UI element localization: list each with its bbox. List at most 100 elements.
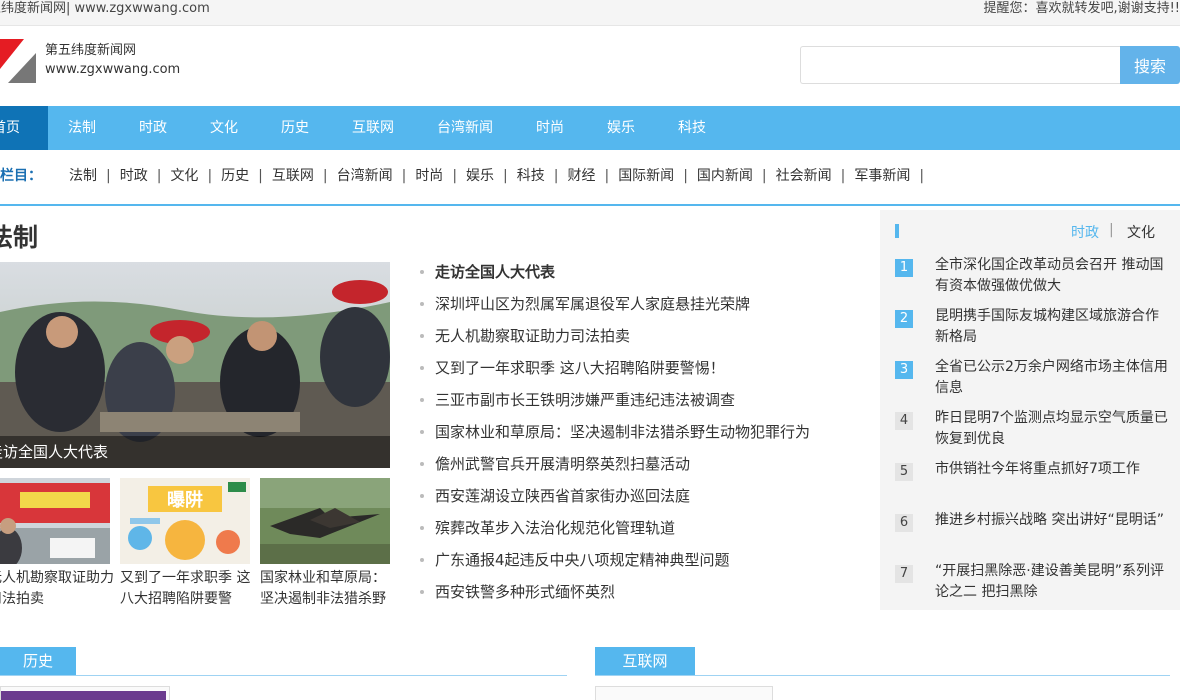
news-item[interactable]: 三亚市副市长王铁明涉嫌严重违纪违法被调查 xyxy=(420,386,860,418)
separator: | xyxy=(207,168,213,184)
separator: | xyxy=(604,168,610,184)
main-nav: 首页 法制 时政 文化 历史 互联网 台湾新闻 时尚 娱乐 科技 xyxy=(0,106,1180,150)
featured-article[interactable]: 走访全国人大代表 xyxy=(0,262,390,468)
site-name: 第五纬度新闻网 xyxy=(45,43,137,58)
tab-history-section[interactable]: 历史 xyxy=(0,647,76,675)
separator: | xyxy=(401,168,407,184)
rank-text[interactable]: 全市深化国企改革动员会召开 推动国有资本做强做优做大 xyxy=(935,255,1170,297)
sub-nav-item[interactable]: 军事新闻 xyxy=(854,168,910,184)
sub-nav-item[interactable]: 法制 xyxy=(69,168,97,184)
news-item[interactable]: 又到了一年求职季 这八大招聘陷阱要警惕！ xyxy=(420,354,860,386)
rank-number: 4 xyxy=(895,412,913,430)
top-bar-reminder: 提醒您：喜欢就转发吧,谢谢支持!! xyxy=(983,1,1180,16)
thumb-image[interactable] xyxy=(260,478,390,564)
news-item[interactable]: 广东通报4起违反中央八项规定精神典型问题 xyxy=(420,546,860,578)
nav-item-history[interactable]: 历史 xyxy=(281,106,309,150)
rank-text[interactable]: 昨日昆明7个监测点均显示空气质量已恢复到优良 xyxy=(935,408,1170,450)
sub-nav-item[interactable]: 文化 xyxy=(170,168,198,184)
news-item[interactable]: 走访全国人大代表 xyxy=(420,258,860,290)
nav-item-law[interactable]: 法制 xyxy=(68,106,96,150)
thumb-image[interactable] xyxy=(0,478,110,564)
nav-item-culture[interactable]: 文化 xyxy=(210,106,238,150)
sub-nav-item[interactable]: 社会新闻 xyxy=(776,168,832,184)
nav-item-fashion[interactable]: 时尚 xyxy=(536,106,564,150)
nav-item-internet[interactable]: 互联网 xyxy=(352,106,394,150)
sub-nav-item[interactable]: 国内新闻 xyxy=(697,168,753,184)
rank-number: 5 xyxy=(895,463,913,481)
sub-nav-item[interactable]: 科技 xyxy=(517,168,545,184)
featured-caption[interactable]: 走访全国人大代表 xyxy=(0,436,390,468)
separator: | xyxy=(683,168,688,184)
separator: | xyxy=(106,168,111,184)
rank-number: 2 xyxy=(895,310,913,328)
tab-politics[interactable]: 时政 xyxy=(1071,222,1099,242)
separator: | xyxy=(452,168,458,184)
tab-separator: | xyxy=(1109,222,1114,238)
separator: | xyxy=(322,168,328,184)
rank-text[interactable]: “开展扫黑除恶·建设善美昆明”系列评论之二 把扫黑除 xyxy=(935,561,1170,603)
top-bar-site-text: 五纬度新闻网| www.zgxwwang.com xyxy=(0,1,210,16)
news-item[interactable]: 西安莲湖设立陕西省首家街办巡回法庭 xyxy=(420,482,860,514)
photo-icon xyxy=(0,478,110,564)
nav-item-entertainment[interactable]: 娱乐 xyxy=(607,106,635,150)
sub-nav-item[interactable]: 国际新闻 xyxy=(618,168,674,184)
section-divider xyxy=(595,675,1170,676)
rank-text[interactable]: 全省已公示2万余户网络市场主体信用信息 xyxy=(935,357,1170,399)
rank-number: 7 xyxy=(895,565,913,583)
separator: | xyxy=(503,168,508,184)
search-button[interactable]: 搜索 xyxy=(1120,46,1180,84)
sub-nav-label: 部栏目： xyxy=(0,168,42,184)
section-divider xyxy=(0,675,567,676)
separator: | xyxy=(840,168,846,184)
site-name-block[interactable]: 第五纬度新闻网 www.zgxwwang.com xyxy=(45,41,180,79)
news-item[interactable]: 西安铁警多种形式缅怀英烈 xyxy=(420,578,860,610)
illustration-icon: 曝阱 xyxy=(120,478,250,564)
rank-number: 3 xyxy=(895,361,913,379)
separator: | xyxy=(919,168,925,184)
rank-text[interactable]: 推进乡村振兴战略 突出讲好“昆明话” xyxy=(935,510,1170,531)
sub-nav-item[interactable]: 历史 xyxy=(221,168,249,184)
rank-text[interactable]: 市供销社今年将重点抓好7项工作 xyxy=(935,459,1170,480)
news-item[interactable]: 深圳坪山区为烈属军属退役军人家庭悬挂光荣牌 xyxy=(420,290,860,322)
separator: | xyxy=(553,168,559,184)
news-item[interactable]: 国家林业和草原局：坚决遏制非法猎杀野生动物犯罪行为 xyxy=(420,418,860,450)
sidebar-accent-bar xyxy=(895,224,899,238)
news-item[interactable]: 殡葬改革步入法治化规范化管理轨道 xyxy=(420,514,860,546)
site-logo-icon[interactable] xyxy=(0,39,36,83)
sub-nav-items: 法制 | 时政 | 文化 | 历史 | 互联网 | 台湾新闻 | 时尚 | 娱乐 | 科技 | 财经 | 国际新闻 | 国内… xyxy=(69,150,933,202)
news-item[interactable]: 儋州武警官兵开展清明祭英烈扫墓活动 xyxy=(420,450,860,482)
nav-item-home[interactable]: 首页 xyxy=(0,106,48,150)
section-title: 法制 xyxy=(0,223,39,252)
tab-culture[interactable]: 文化 xyxy=(1127,222,1155,242)
sub-nav-item[interactable]: 互联网 xyxy=(272,168,314,184)
thumb-image[interactable]: 曝阱 xyxy=(120,478,250,564)
nav-item-tech[interactable]: 科技 xyxy=(678,106,706,150)
sub-nav-item[interactable]: 台湾新闻 xyxy=(337,168,393,184)
thumb-caption[interactable]: 国家林业和草原局：坚决遏制非法猎杀野 xyxy=(260,568,395,610)
nav-item-taiwan[interactable]: 台湾新闻 xyxy=(437,106,493,150)
site-url: www.zgxwwang.com xyxy=(45,62,181,77)
sidebar-ranking: 时政 | 文化 1 全市深化国企改革动员会召开 推动国有资本做强做优做大 2 昆… xyxy=(880,210,1180,610)
rank-number: 1 xyxy=(895,259,913,277)
internet-thumb[interactable] xyxy=(595,686,773,700)
tab-internet-section[interactable]: 互联网 xyxy=(595,647,695,675)
separator: | xyxy=(156,168,162,184)
sub-nav-item[interactable]: 时尚 xyxy=(415,168,443,184)
separator: | xyxy=(258,168,263,184)
rank-text[interactable]: 昆明携手国际友城构建区域旅游合作新格局 xyxy=(935,306,1170,348)
top-bar: 五纬度新闻网| www.zgxwwang.com 提醒您：喜欢就转发吧,谢谢支持… xyxy=(0,0,1180,26)
sub-nav-item[interactable]: 财经 xyxy=(567,168,595,184)
sub-nav-item[interactable]: 娱乐 xyxy=(466,168,494,184)
news-list: 走访全国人大代表 深圳坪山区为烈属军属退役军人家庭悬挂光荣牌 无人机勘察取证助力… xyxy=(420,258,860,610)
sub-nav-item[interactable]: 时政 xyxy=(120,168,148,184)
search-input[interactable] xyxy=(800,46,1120,84)
header: 第五纬度新闻网 www.zgxwwang.com 搜索 xyxy=(0,26,1180,106)
nav-item-politics[interactable]: 时政 xyxy=(139,106,167,150)
thumb-caption[interactable]: 又到了一年求职季 这八大招聘陷阱要警 xyxy=(120,568,255,610)
photo-icon xyxy=(1,691,166,700)
news-item[interactable]: 无人机勘察取证助力司法拍卖 xyxy=(420,322,860,354)
thumb-caption[interactable]: 无人机勘察取证助力司法拍卖 xyxy=(0,568,123,610)
history-thumb[interactable] xyxy=(0,686,170,700)
photo-icon xyxy=(260,478,390,564)
separator: | xyxy=(761,168,767,184)
